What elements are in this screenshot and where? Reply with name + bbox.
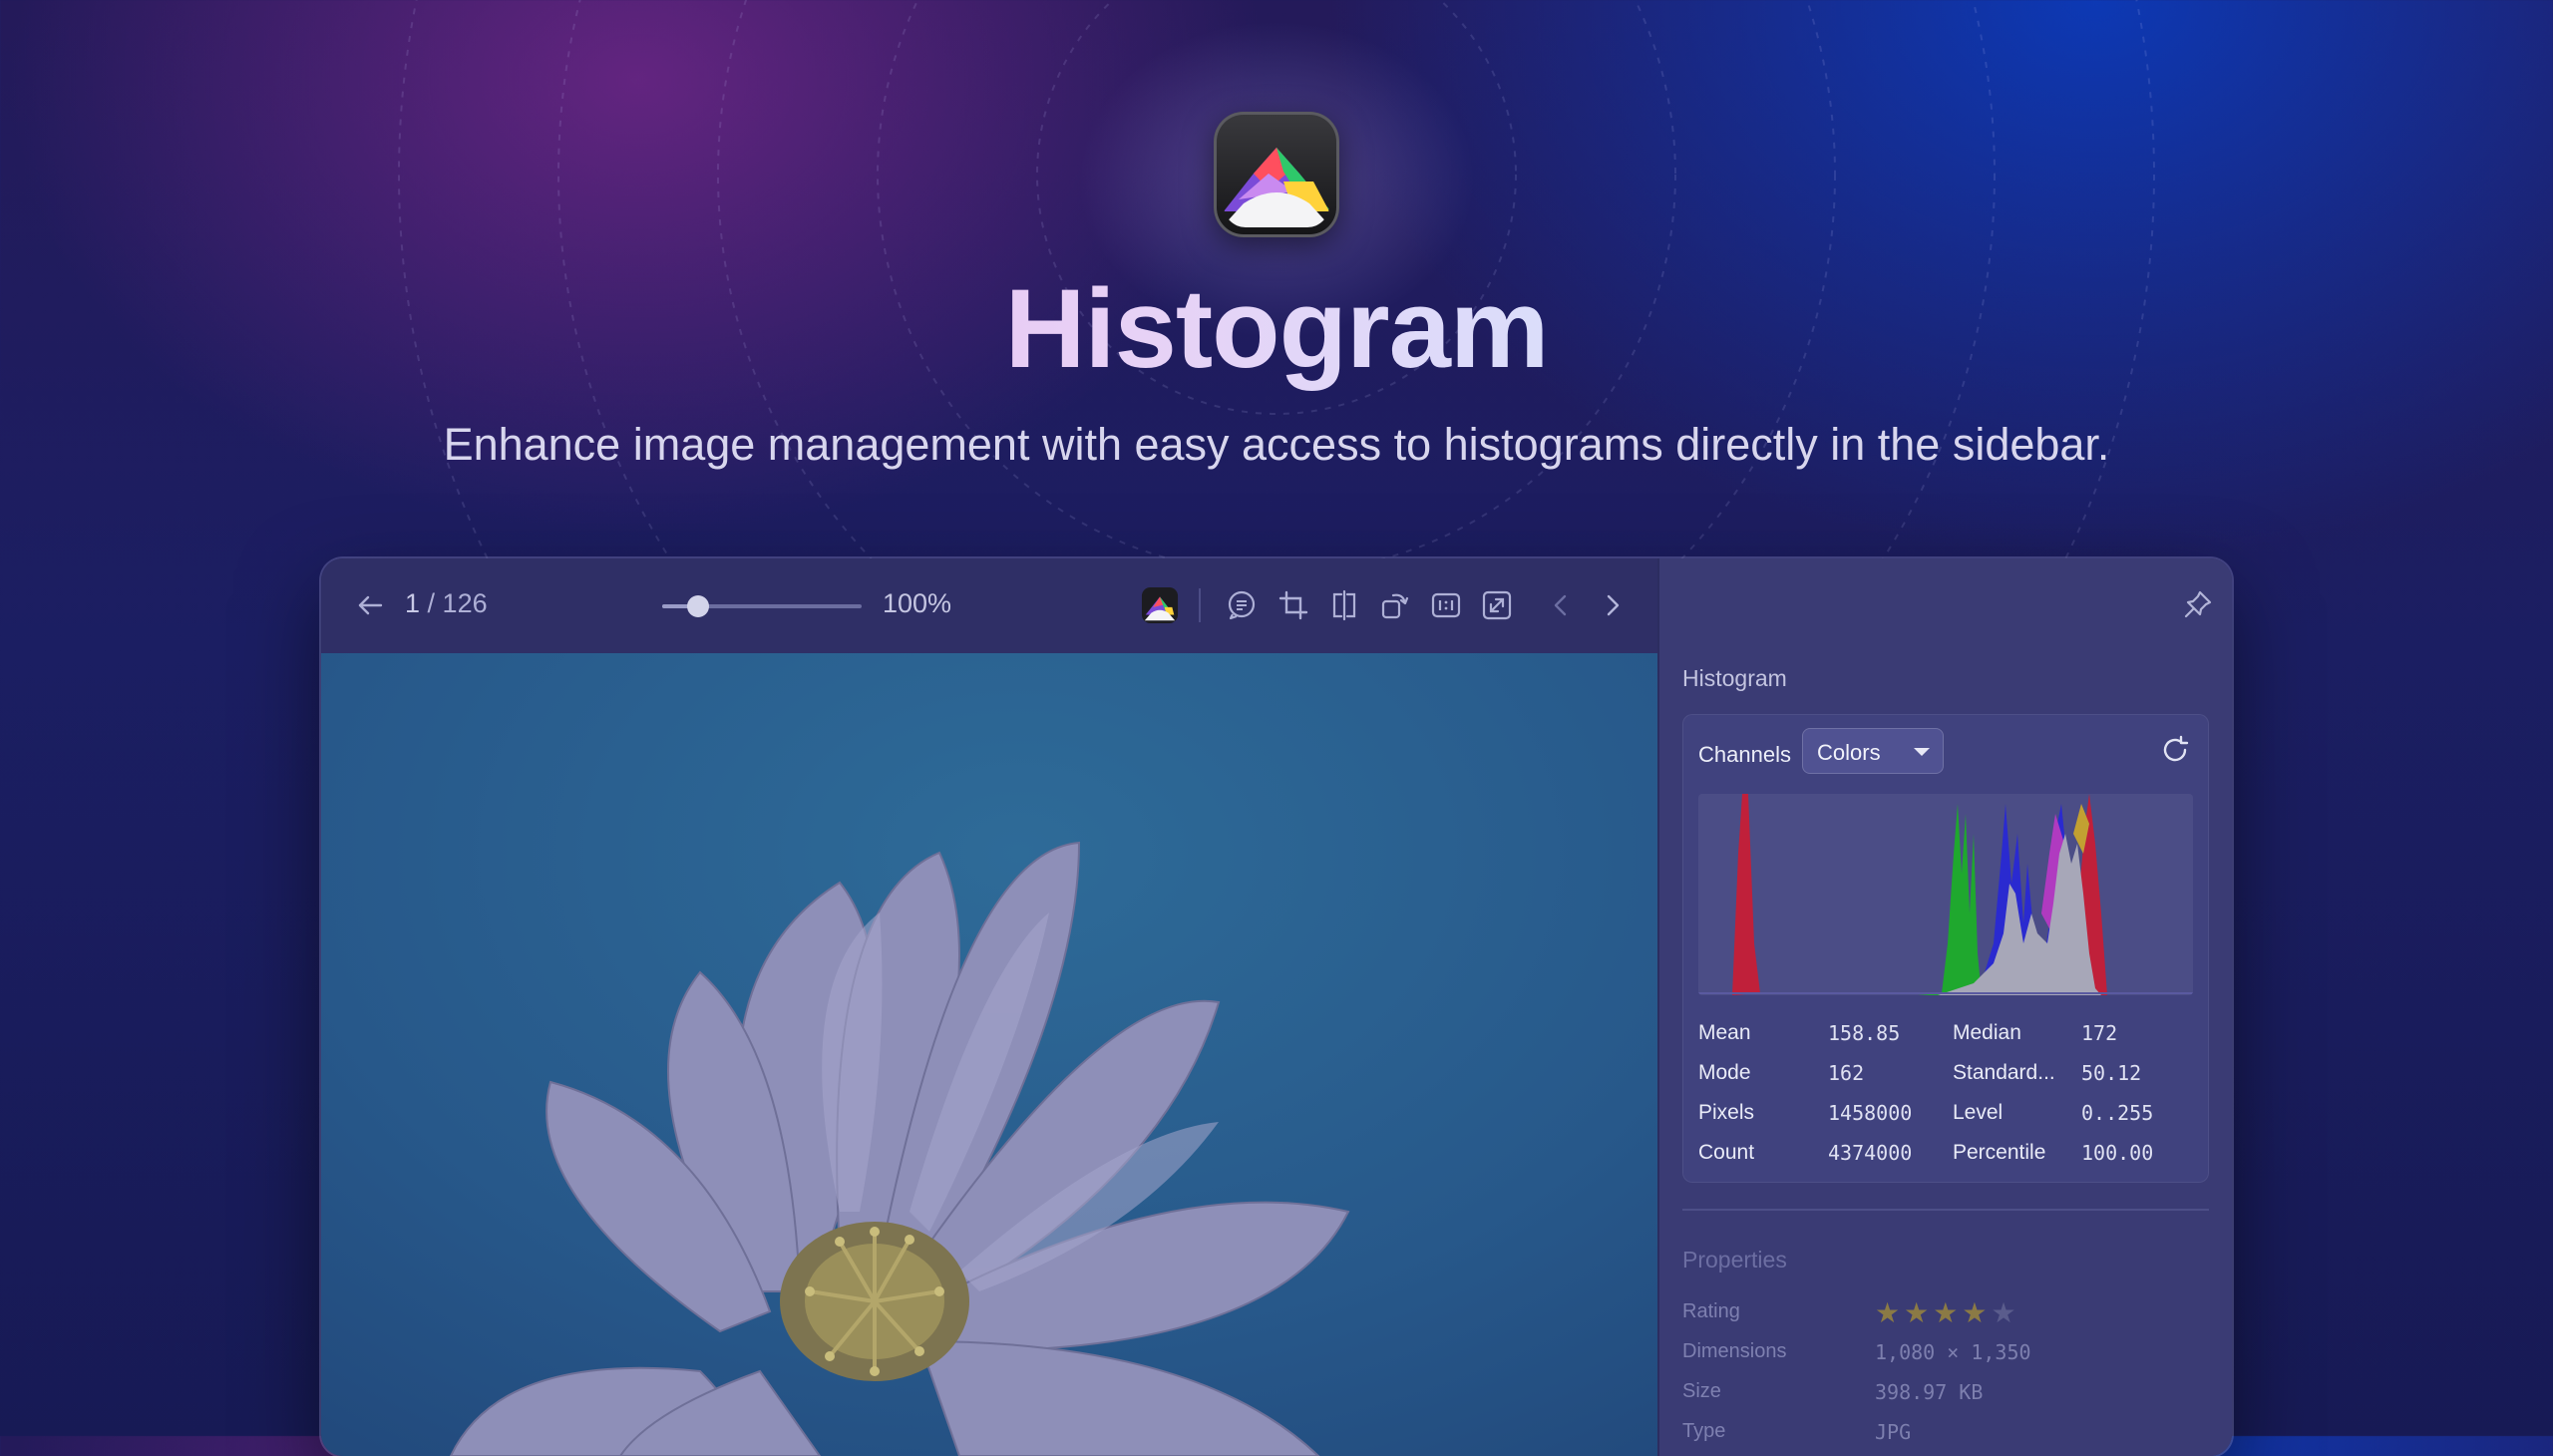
channels-dropdown[interactable]: Colors: [1802, 728, 1944, 774]
stat-value: 158.85: [1828, 1021, 1901, 1045]
viewer-toolbar: 1 / 126 100%: [321, 558, 1657, 654]
counter-total: 126: [442, 588, 488, 618]
histogram-plot: [1698, 794, 2193, 995]
crop-icon[interactable]: [1275, 586, 1312, 624]
histogram-card: Channels Colors Mean 158.85 Median 172 M…: [1682, 714, 2209, 1183]
channels-selected-value: Colors: [1817, 740, 1881, 765]
property-value: 398.97 KB: [1875, 1380, 1984, 1404]
star-filled-icon[interactable]: ★: [1904, 1297, 1933, 1328]
hero-subtitle: Enhance image management with easy acces…: [443, 419, 2110, 470]
stat-value: 50.12: [2081, 1061, 2142, 1085]
section-divider: [1682, 1209, 2209, 1211]
hero-title: Histogram: [0, 264, 2553, 394]
stats-row: Count 4374000 Percentile 100.00: [1698, 1135, 2197, 1175]
property-row-dimensions: Dimensions 1,080 × 1,350: [1682, 1336, 2221, 1372]
property-label: Rating: [1682, 1300, 1740, 1322]
back-arrow-icon[interactable]: [351, 586, 389, 624]
actual-size-icon[interactable]: [1427, 586, 1465, 624]
stat-label: Percentile: [1953, 1141, 2046, 1164]
previous-icon[interactable]: [1542, 586, 1580, 624]
stat-label: Mean: [1698, 1021, 1751, 1044]
app-window: 1 / 126 100% Histogram Channels Colors M…: [321, 558, 2232, 1456]
histogram-app-logo: [1214, 112, 1339, 237]
counter-current: 1: [405, 588, 421, 618]
histogram-app-icon[interactable]: [1141, 586, 1179, 624]
stat-value: 172: [2081, 1021, 2118, 1045]
counter-separator: /: [420, 588, 443, 618]
stats-row: Pixels 1458000 Level 0..255: [1698, 1095, 2197, 1135]
stat-value: 162: [1828, 1061, 1865, 1085]
stat-value: 4374000: [1828, 1141, 1913, 1165]
refresh-icon[interactable]: [2159, 734, 2191, 771]
rotate-icon[interactable]: [1376, 586, 1414, 624]
property-label: Type: [1682, 1420, 1726, 1442]
star-filled-icon[interactable]: ★: [1962, 1297, 1991, 1328]
zoom-slider-handle[interactable]: [687, 595, 709, 617]
image-viewer: 1 / 126 100%: [321, 558, 1657, 1456]
pin-icon[interactable]: [2182, 588, 2214, 625]
main-image[interactable]: [321, 653, 1657, 1456]
property-label: Dimensions: [1682, 1340, 1787, 1362]
toolbar-divider: [1199, 588, 1201, 622]
property-label: Size: [1682, 1380, 1721, 1402]
star-empty-icon[interactable]: ★: [1991, 1297, 2019, 1328]
stat-value: 100.00: [2081, 1141, 2154, 1165]
stat-value: 1458000: [1828, 1101, 1913, 1125]
star-filled-icon[interactable]: ★: [1933, 1297, 1962, 1328]
stats-row: Mean 158.85 Median 172: [1698, 1015, 2197, 1055]
properties-section-title: Properties: [1682, 1247, 1787, 1273]
stat-label: Count: [1698, 1141, 1755, 1164]
stats-row: Mode 162 Standard... 50.12: [1698, 1055, 2197, 1095]
image-counter: 1 / 126: [405, 588, 488, 619]
rating-stars[interactable]: ★★★★★: [1875, 1296, 2020, 1329]
chevron-down-icon: [1914, 748, 1930, 756]
next-icon[interactable]: [1594, 586, 1632, 624]
property-row-size: Size 398.97 KB: [1682, 1376, 2221, 1412]
channels-label: Channels: [1698, 742, 1791, 767]
flower-photo: [449, 841, 1350, 1456]
property-row-type: Type JPG: [1682, 1416, 2221, 1452]
zoom-level: 100%: [883, 588, 952, 618]
stat-label: Standard...: [1953, 1061, 2055, 1084]
histogram-stats: Mean 158.85 Median 172 Mode 162 Standard…: [1698, 1015, 2197, 1175]
stat-label: Pixels: [1698, 1101, 1755, 1124]
property-value: JPG: [1875, 1420, 1912, 1444]
stat-label: Mode: [1698, 1061, 1751, 1084]
stat-label: Level: [1953, 1101, 2004, 1124]
compare-icon[interactable]: [1325, 586, 1363, 624]
fullscreen-icon[interactable]: [1478, 586, 1516, 624]
stat-value: 0..255: [2081, 1101, 2154, 1125]
histogram-section-title: Histogram: [1682, 665, 1787, 691]
comment-icon[interactable]: [1223, 586, 1261, 624]
histogram-green-channel: [1918, 804, 1982, 995]
property-value: 1,080 × 1,350: [1875, 1340, 2031, 1364]
star-filled-icon[interactable]: ★: [1875, 1297, 1904, 1328]
property-row-rating: Rating ★★★★★: [1682, 1296, 2221, 1332]
stat-label: Median: [1953, 1021, 2021, 1044]
sidebar: Histogram Channels Colors Mean 158.85 Me…: [1657, 558, 2232, 1456]
